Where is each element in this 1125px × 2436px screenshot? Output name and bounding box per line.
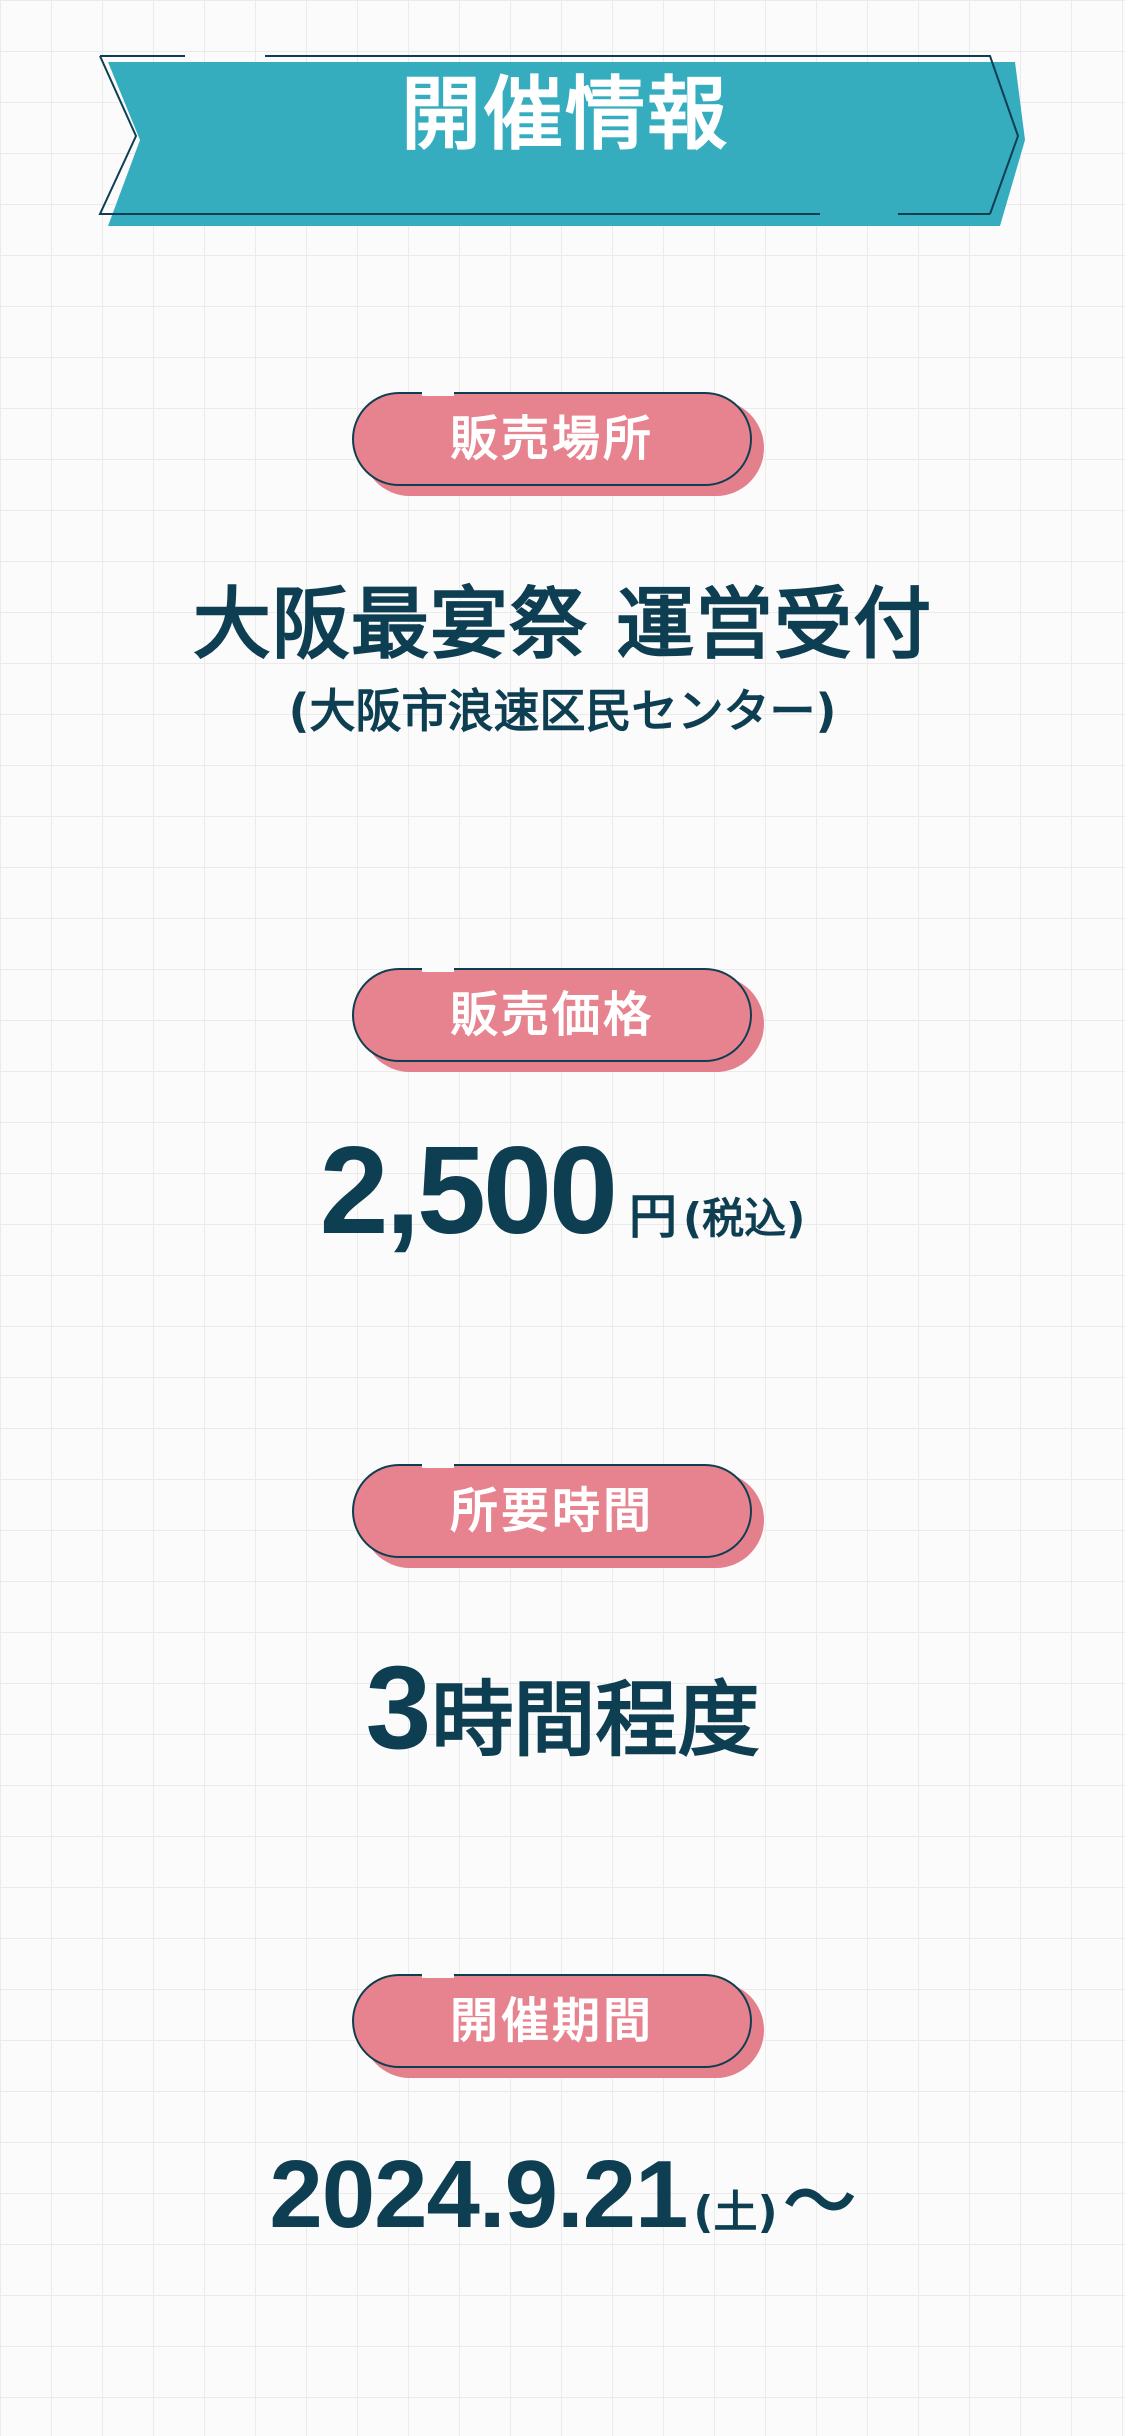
period-tilde: 〜 (783, 2160, 856, 2244)
duration-unit: 時間程度 (431, 1673, 760, 1768)
venue-label-pill: 販売場所 (352, 388, 764, 496)
period-weekday: (土) (693, 2187, 778, 2238)
duration-label: 所要時間 (449, 1483, 654, 1539)
period-label: 開催期間 (449, 1993, 654, 2049)
price-label: 販売価格 (449, 987, 654, 1043)
period-label-pill: 開催期間 (352, 1970, 764, 2078)
price-unit: 円 (628, 1189, 677, 1245)
price-value: 2,500 円 (税込) (0, 1120, 1125, 1262)
period-value: 2024.9.21 (土)〜 (0, 2140, 1125, 2250)
header-ribbon: 開催情報 (0, 0, 1125, 260)
page-title: 開催情報 (401, 68, 729, 161)
price-tax-note: (税込) (682, 1194, 806, 1243)
price-amount: 2,500 (319, 1122, 618, 1260)
duration-value: 3時間程度 (0, 1640, 1125, 1776)
venue-subname: (大阪市浪速区民センター) (288, 684, 837, 738)
venue-label: 販売場所 (449, 411, 654, 467)
duration-number: 3 (365, 1642, 432, 1774)
duration-label-pill: 所要時間 (352, 1460, 764, 1568)
price-label-pill: 販売価格 (352, 964, 764, 1072)
venue-name: 大阪最宴祭 運営受付 (192, 580, 933, 670)
period-date: 2024.9.21 (269, 2141, 688, 2248)
